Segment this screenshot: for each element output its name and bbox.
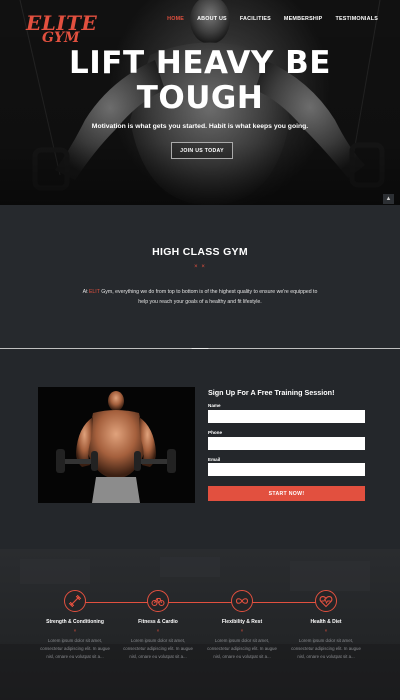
feature-title: Fitness & Cardio — [138, 619, 178, 625]
elite-gym-logo[interactable]: ELITE GYM — [26, 13, 97, 47]
about-title: HIGH CLASS GYM — [152, 246, 248, 258]
email-label: Email — [208, 457, 221, 462]
nav-facilities[interactable]: FACILITIES — [240, 16, 271, 22]
feature-mark: × — [240, 628, 244, 633]
logo-line2: GYM — [42, 30, 80, 46]
name-label: Name — [208, 403, 221, 408]
feature-flexibility: Flexibility & Rest × Lorem ipsum dolor s… — [202, 590, 282, 662]
feature-desc-line: nisl, ornare eu volutpat sit a... — [129, 654, 187, 660]
feature-fitness: Fitness & Cardio × Lorem ipsum dolor sit… — [118, 590, 198, 662]
feature-desc-line: Lorem ipsum dolor sit amet, — [47, 638, 103, 643]
feature-desc: Lorem ipsum dolor sit amet, consectetur … — [118, 637, 198, 662]
feature-strength: Strength & Conditioning × Lorem ipsum do… — [35, 590, 115, 662]
phone-label: Phone — [208, 430, 223, 435]
about-text-accent: ELIT — [88, 289, 100, 295]
feature-desc-line: Lorem ipsum dolor sit amet, — [130, 638, 186, 643]
feature-mark: × — [73, 628, 77, 633]
email-field[interactable] — [208, 463, 365, 476]
feature-desc: Lorem ipsum dolor sit amet, consectetur … — [202, 637, 282, 662]
about-separator: × × — [194, 264, 206, 270]
features-section: Strength & Conditioning × Lorem ipsum do… — [0, 549, 400, 700]
nav-home[interactable]: HOME — [167, 16, 184, 22]
feature-desc-line: nisl, ornare eu volutpat sit a... — [297, 654, 355, 660]
nav-membership[interactable]: MEMBERSHIP — [284, 16, 323, 22]
hero-title: LIFT HEAVY BE TOUGH — [0, 46, 400, 116]
feature-desc-line: consectetur adipiscing elit. In augue — [40, 646, 110, 652]
nav-testimonials[interactable]: TESTIMONIALS — [335, 16, 378, 22]
heartbeat-icon — [315, 590, 337, 612]
feature-desc: Lorem ipsum dolor sit amet, consectetur … — [35, 637, 115, 662]
feature-mark: × — [156, 628, 160, 633]
feature-desc-line: Lorem ipsum dolor sit amet, — [214, 638, 270, 643]
feature-title: Strength & Conditioning — [46, 619, 104, 625]
caret-up-icon: ▲ — [385, 196, 392, 202]
infinity-icon — [231, 590, 253, 612]
hero-title-line2: TOUGH — [136, 80, 264, 116]
about-text-after: Gym, everything we do from top to bottom… — [99, 289, 318, 305]
main-nav: HOME ABOUT US FACILITIES MEMBERSHIP TEST… — [154, 16, 378, 22]
feature-health: Health & Diet × Lorem ipsum dolor sit am… — [286, 590, 366, 662]
hero-section: ELITE GYM HOME ABOUT US FACILITIES MEMBE… — [0, 0, 400, 205]
about-section: HIGH CLASS GYM × × At ELIT Gym, everythi… — [0, 205, 400, 348]
feature-desc: Lorem ipsum dolor sit amet, consectetur … — [286, 637, 366, 662]
feature-desc-line: Lorem ipsum dolor sit amet, — [298, 638, 354, 643]
hero-title-line1: LIFT HEAVY BE — [69, 45, 331, 81]
signup-form-title: Sign Up For A Free Training Session! — [208, 388, 335, 397]
bicycle-icon — [147, 590, 169, 612]
feature-title: Flexibility & Rest — [221, 619, 263, 625]
start-now-button[interactable]: START NOW! — [208, 486, 365, 501]
hero-subtitle: Motivation is what gets you started. Hab… — [91, 123, 309, 130]
name-field[interactable] — [208, 410, 365, 423]
bodybuilder-image — [38, 387, 195, 503]
scroll-to-top-button[interactable]: ▲ — [383, 194, 394, 204]
join-us-button[interactable]: JOIN US TODAY — [171, 142, 233, 159]
signup-section: Sign Up For A Free Training Session! Nam… — [0, 349, 400, 549]
feature-mark: × — [324, 628, 328, 633]
about-text: At ELIT Gym, everything we do from top t… — [80, 287, 320, 307]
dumbbell-icon — [64, 590, 86, 612]
feature-desc-line: consectetur adipiscing elit. In augue — [291, 646, 361, 652]
feature-title: Health & Diet — [310, 619, 342, 625]
feature-desc-line: consectetur adipiscing elit. In augue — [123, 646, 193, 652]
phone-field[interactable] — [208, 437, 365, 450]
feature-desc-line: nisl, ornare eu volutpat sit a... — [46, 654, 104, 660]
nav-about-us[interactable]: ABOUT US — [197, 16, 227, 22]
feature-desc-line: consectetur adipiscing elit. In augue — [207, 646, 277, 652]
feature-desc-line: nisl, ornare eu volutpat sit a... — [213, 654, 271, 660]
